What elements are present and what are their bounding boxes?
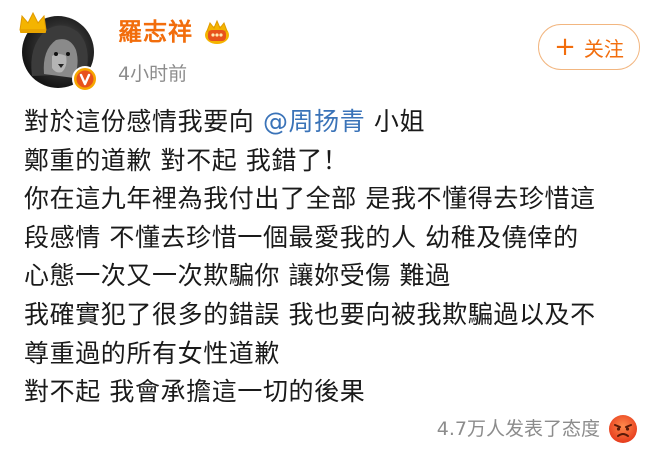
plus-icon: + [554,32,576,62]
post-timestamp: 4小时前 [118,63,188,85]
follow-label: 关注 [583,36,624,61]
username[interactable]: 羅志祥 [118,16,193,48]
post-line-2: 鄭重的道歉 對不起 我錯了！ [24,145,349,175]
post-line-7: 尊重過的所有女性道歉 [24,338,281,368]
crown-icon [19,11,47,33]
angry-face-icon [609,415,637,443]
post-line-4: 段感情 不懂去珍惜一個最愛我的人 幼稚及僥倖的 [24,222,579,252]
vip-crown-icon[interactable] [203,19,231,45]
post-text: 小姐 [365,107,426,136]
post-line-3: 你在這九年裡為我付出了全部 是我不懂得去珍惜這 [24,184,596,214]
post-content: 對於這份感情我要向 @周扬青 小姐 鄭重的道歉 對不起 我錯了！ 你在這九年裡為… [24,103,649,412]
weibo-post: 羅志祥 4小时前 + 关注 對於這份感情我要向 @周扬青 小姐 鄭重的道歉 對不… [0,0,660,455]
follow-button[interactable]: + 关注 [538,24,640,70]
verified-badge-icon [72,66,98,92]
post-text: 對於這份感情我要向 [24,107,263,136]
post-line-8: 對不起 我會承擔這一切的後果 [24,377,366,407]
reactions-summary[interactable]: 4.7万人发表了态度 [437,414,638,444]
avatar-group[interactable] [18,10,102,92]
reactions-count: 4.7万人发表了态度 [436,418,600,440]
post-line-1: 對於這份感情我要向 @周扬青 小姐 [24,103,649,142]
post-line-5: 心態一次又一次欺騙你 讓妳受傷 難過 [24,261,451,291]
username-row: 羅志祥 [118,16,231,48]
post-line-6: 我確實犯了很多的錯誤 我也要向被我欺騙過以及不 [24,299,596,329]
mention-link[interactable]: @周扬青 [263,107,365,136]
